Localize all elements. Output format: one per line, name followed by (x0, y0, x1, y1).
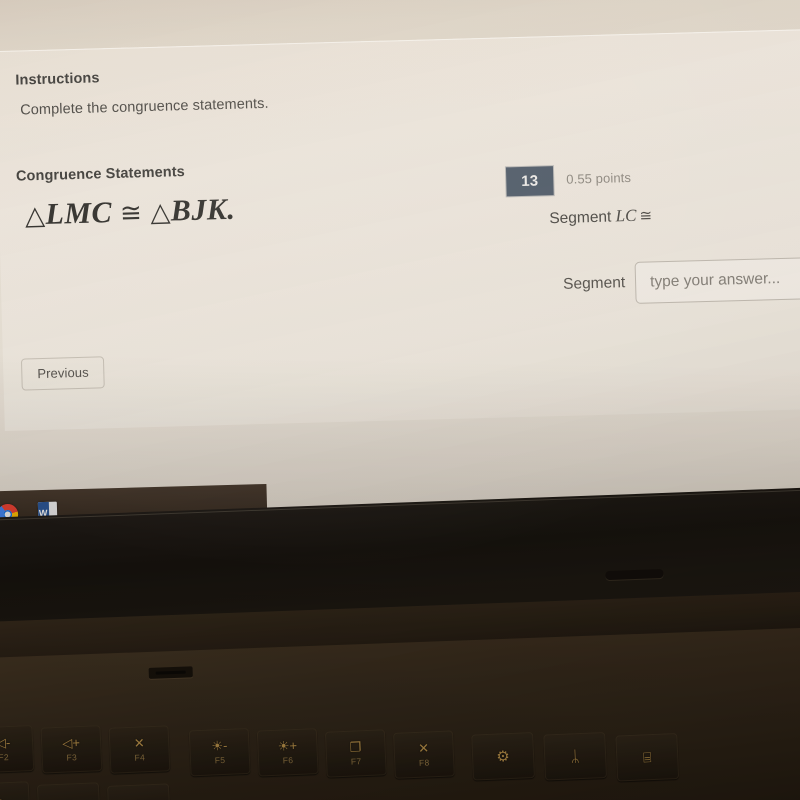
gear-icon: ⚙ (495, 747, 511, 766)
key-fn-label: F7 (350, 756, 362, 767)
keyboard-backlight-key[interactable]: ⌸ (615, 732, 680, 782)
instructions-heading: Instructions (15, 70, 100, 89)
volume-up-key[interactable]: ◁+ F3 (40, 725, 103, 774)
volume-down-key[interactable]: ◁- F2 (0, 724, 35, 774)
prompt-segment-name: LC (615, 205, 637, 226)
hash-key[interactable]: # (36, 782, 101, 800)
congruence-statement: △LMC ≅ △BJK. (25, 193, 236, 233)
volume-down-icon: ◁- (0, 735, 11, 751)
question-prompt: Segment LC ≅ (549, 205, 652, 228)
bluetooth-icon: ᛦ (570, 747, 580, 765)
brightness-down-icon: ☀- (211, 738, 228, 754)
wireless-off-icon: ✕ (417, 740, 430, 757)
wireless-off-key[interactable]: ✕ F8 (393, 730, 455, 779)
display-switch-icon: ❐ (349, 739, 362, 755)
congruent-symbol: ≅ (119, 198, 143, 228)
mute-icon: ✕ (133, 735, 145, 751)
triangle-symbol-right: △ (149, 197, 172, 228)
bluetooth-key[interactable]: ᛦ (543, 731, 608, 781)
question-number-badge: 13 (505, 166, 554, 197)
triangle-label-lmc: LMC (45, 196, 113, 231)
key-fn-label: F5 (214, 755, 226, 766)
display-switch-key[interactable]: ❐ F7 (324, 729, 387, 778)
key-fn-label: F8 (418, 757, 430, 769)
laptop-photo: Instructions Complete the congruence sta… (0, 0, 800, 800)
brightness-down-key[interactable]: ☀- F5 (188, 727, 251, 777)
mute-key[interactable]: ✕ F4 (108, 725, 171, 774)
prompt-congruent-symbol: ≅ (639, 207, 653, 225)
answer-row: Segment (562, 255, 800, 306)
brightness-up-icon: ☀+ (277, 738, 298, 754)
previous-button[interactable]: Previous (20, 356, 106, 391)
key-fn-label: F4 (134, 752, 146, 763)
question-points: 0.55 points (566, 170, 632, 187)
at-key[interactable]: @ (0, 781, 31, 800)
key-fn-label: F6 (282, 755, 294, 766)
volume-up-icon: ◁+ (62, 735, 81, 751)
settings-key[interactable]: ⚙ (471, 732, 536, 781)
triangle-label-bjk: BJK. (170, 192, 236, 228)
dollar-key[interactable]: $ (106, 783, 171, 800)
key-fn-label: F2 (0, 752, 10, 763)
keyboard-backlight-icon: ⌸ (642, 749, 652, 766)
prompt-prefix: Segment (549, 208, 616, 228)
triangle-symbol-left: △ (24, 200, 46, 231)
key-fn-label: F3 (66, 752, 78, 763)
brightness-up-key[interactable]: ☀+ F6 (256, 728, 319, 777)
laptop-latch (148, 666, 193, 679)
answer-input[interactable] (634, 255, 800, 304)
answer-label: Segment (562, 274, 626, 293)
